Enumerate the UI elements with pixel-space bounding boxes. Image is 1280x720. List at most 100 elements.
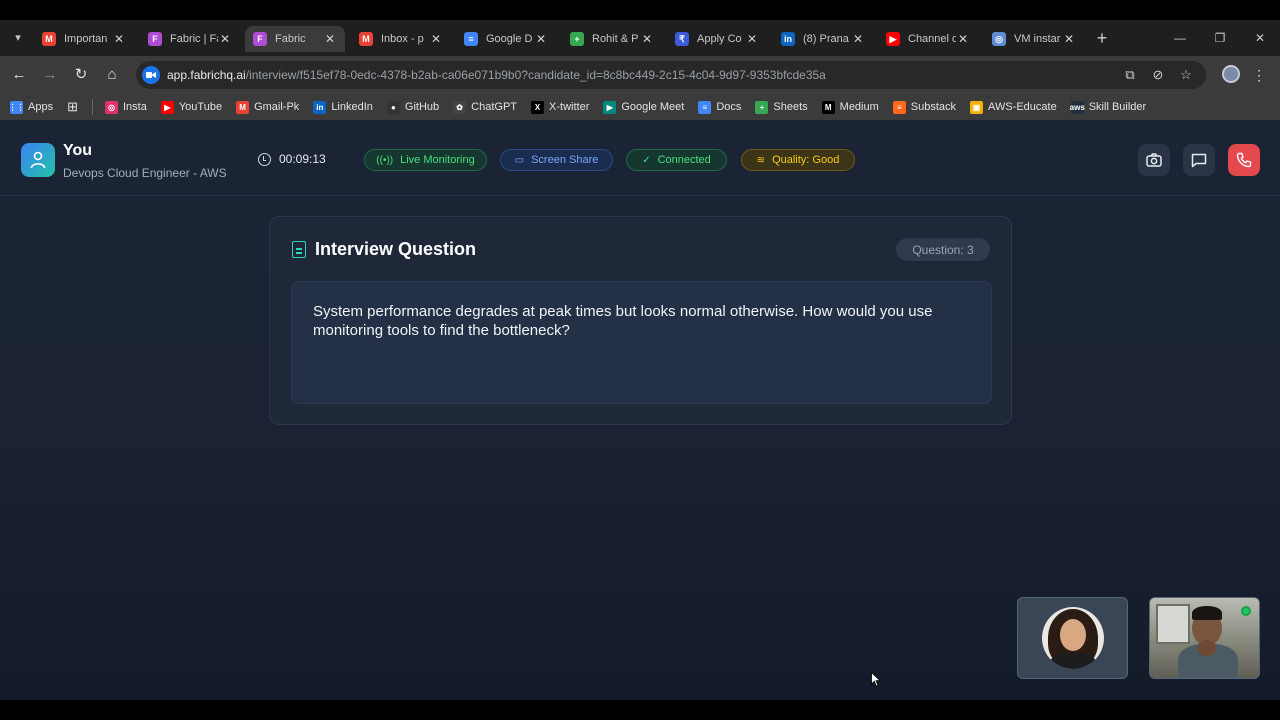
tab-search-chevron-icon[interactable]: ▾ [8,28,28,48]
more-menu-icon[interactable]: ⋮ [1252,65,1266,85]
bookmark-label: GitHub [404,101,440,113]
bookmark-item[interactable]: M Medium [821,100,879,114]
close-tab-icon[interactable]: ✕ [323,32,337,46]
new-tab-button[interactable]: + [1092,28,1112,48]
timer-value: 00:09:13 [279,152,326,166]
question-number-badge: Question: 3 [896,238,990,261]
clock-icon [258,152,271,166]
youtube-icon: ▶ [160,100,174,114]
browser-tab[interactable]: F Fabric ✕ [245,26,345,52]
browser-tab-label: Fabric | Fa [170,33,218,45]
bookmark-item[interactable]: ≡ Docs [698,100,742,114]
browser-tab-label: (8) Prana [803,33,849,45]
screen: ▾ M Importan ✕ F Fabric | Fa ✕ F Fabric ✕ M Inbox … [0,0,1280,720]
mouse-cursor-icon [871,672,881,687]
bookmark-star-icon[interactable]: ☆ [1177,66,1195,84]
bookmark-item[interactable]: aws Skill Builder [1070,100,1146,114]
close-tab-icon[interactable]: ✕ [112,32,126,46]
close-tab-icon[interactable]: ✕ [218,32,232,46]
camera-icon [1146,153,1162,167]
bookmark-item[interactable]: + Sheets [755,100,808,114]
chat-button[interactable] [1183,144,1215,176]
bookmark-label: Medium [839,101,879,113]
bookmark-item[interactable]: ● GitHub [386,100,440,114]
bookmark-item[interactable]: ▶ Google Meet [603,100,684,114]
browser-tab[interactable]: ▶ Channel d ✕ [878,26,978,52]
profile-avatar[interactable] [1222,65,1240,83]
camera-button[interactable] [1138,144,1170,176]
quality-badge: ≋ Quality: Good [741,149,855,171]
site-video-icon[interactable] [142,66,160,84]
x-icon: X [531,100,545,114]
close-tab-icon[interactable]: ✕ [1062,32,1076,46]
close-tab-icon[interactable]: ✕ [745,32,759,46]
browser-tab[interactable]: ≡ Google D ✕ [456,26,556,52]
browser-tab[interactable]: in (8) Prana ✕ [773,26,873,52]
close-tab-icon[interactable]: ✕ [534,32,548,46]
bookmark-item[interactable]: X X-twitter [531,100,589,114]
self-video-tile[interactable] [1149,597,1260,679]
bookmark-item[interactable]: ✿ ChatGPT [453,100,517,114]
browser-tab[interactable]: ◎ VM instar ✕ [984,26,1084,52]
bookmark-label: Docs [716,101,742,113]
browser-tab[interactable]: + Rohit & P ✕ [562,26,662,52]
browser-tab[interactable]: M Importan ✕ [34,26,134,52]
address-bar[interactable]: app.fabrichq.ai/interview/f515ef78-0edc-… [136,61,1206,89]
tab-groups-icon[interactable]: ⊞ [67,99,78,115]
bookmark-item[interactable]: M Gmail-Pk [236,100,299,114]
install-app-icon[interactable]: ⧉ [1121,66,1139,84]
url-path: /interview/f515ef78-0edc-4378-b2ab-ca06e… [245,68,826,82]
forward-icon[interactable]: → [40,65,60,85]
close-tab-icon[interactable]: ✕ [429,32,443,46]
url-host: app.fabrichq.ai [167,68,246,82]
gmail-icon: M [236,100,250,114]
bookmark-item[interactable]: ▣ AWS-Educate [970,100,1057,114]
browser-tab[interactable]: ₹ Apply Co ✕ [667,26,767,52]
browser-tab[interactable]: M Inbox - p ✕ [351,26,451,52]
gmail-icon: M [42,32,56,46]
check-circle-icon: ✓ [642,154,651,166]
active-speaker-indicator [1241,606,1251,616]
bookmark-item[interactable]: ▶ YouTube [160,100,222,114]
monitor-icon: ▭ [514,154,525,166]
bookmark-item[interactable]: ⋮⋮ Apps [9,100,54,114]
minimize-icon[interactable]: — [1170,28,1190,48]
phone-icon [1236,152,1252,168]
instagram-icon: ◎ [104,100,118,114]
restore-icon[interactable]: ❐ [1210,28,1230,48]
browser-tab-label: Inbox - p [381,33,424,45]
home-icon[interactable]: ⌂ [102,65,122,85]
interviewer-video-tile[interactable] [1017,597,1128,679]
bookmarks-bar: ⋮⋮ Apps ⊞ ◎ Insta ▶ YouTube M Gmail-Pk in LinkedIn… [0,94,1280,120]
browser-tab-label: Rohit & P [592,33,639,45]
user-role: Devops Cloud Engineer - AWS [63,166,227,180]
url-text[interactable]: app.fabrichq.ai/interview/f515ef78-0edc-… [167,68,826,82]
close-tab-icon[interactable]: ✕ [851,32,865,46]
youtube-icon: ▶ [886,32,900,46]
bookmark-item[interactable]: ◎ Insta [104,100,147,114]
bookmark-label: Apps [28,101,54,113]
document-icon [292,241,306,258]
close-tab-icon[interactable]: ✕ [956,32,970,46]
live-monitoring-label: Live Monitoring [400,154,475,166]
app-header: You Devops Cloud Engineer - AWS 00:09:13… [0,120,1280,196]
substack-icon: ≡ [892,100,906,114]
screen-bottom-border [0,700,1280,720]
broadcast-icon: ((•)) [376,154,394,166]
user-name: You [63,142,93,159]
hide-eye-icon[interactable]: ⊘ [1149,66,1167,84]
end-call-button[interactable] [1228,144,1260,176]
question-title: Interview Question [315,239,477,259]
close-window-icon[interactable]: ✕ [1250,28,1270,48]
bookmark-item[interactable]: in LinkedIn [313,100,373,114]
interview-timer: 00:09:13 [258,152,326,166]
browser-tab-label: Apply Co [697,33,742,45]
gcp-icon: ◎ [992,32,1006,46]
connection-status-badge: ✓ Connected [626,149,727,171]
browser-tab[interactable]: F Fabric | Fa ✕ [140,26,240,52]
bookmark-item[interactable]: ≡ Substack [892,100,956,114]
back-icon[interactable]: ← [9,65,29,85]
close-tab-icon[interactable]: ✕ [640,32,654,46]
user-avatar-icon [21,143,55,177]
reload-icon[interactable]: ↻ [71,65,91,85]
